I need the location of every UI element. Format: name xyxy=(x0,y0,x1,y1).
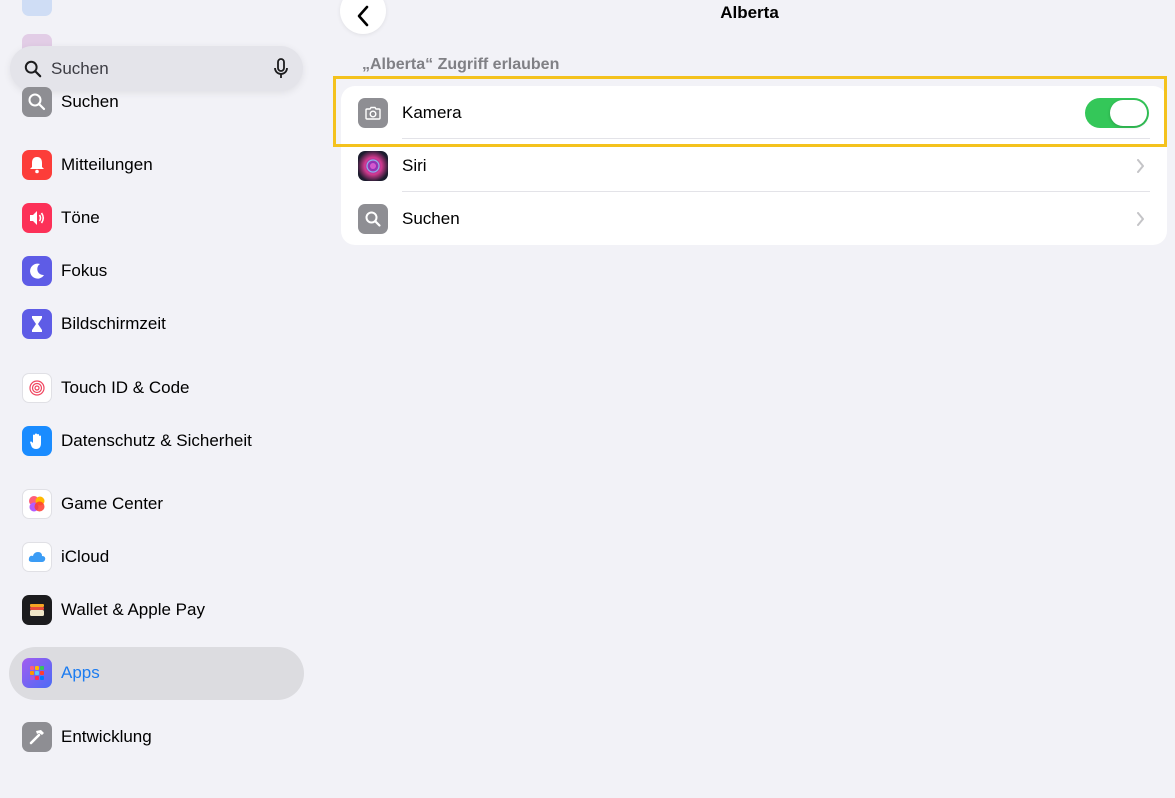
main-content: Alberta „Alberta“ Zugriff erlauben Kamer… xyxy=(324,0,1175,798)
sidebar-item-fokus[interactable]: Fokus xyxy=(22,255,302,287)
sidebar-item-label: Game Center xyxy=(61,494,164,513)
sidebar-item-wallet[interactable]: Wallet & Apple Pay xyxy=(22,594,302,626)
apps-grid-icon xyxy=(22,658,52,688)
search-field[interactable]: Suchen xyxy=(10,46,303,91)
sidebar-item-label: Entwicklung xyxy=(61,727,152,746)
sidebar-item-entwicklung[interactable]: Entwicklung xyxy=(22,721,302,753)
magnifier-icon xyxy=(358,203,388,234)
sidebar-item-game-center[interactable]: Game Center xyxy=(22,488,302,520)
row-label: Kamera xyxy=(402,102,462,122)
sidebar-item-mitteilungen[interactable]: Mitteilungen xyxy=(22,149,302,181)
bell-icon xyxy=(22,150,52,180)
hourglass-icon xyxy=(22,309,52,339)
wallet-icon xyxy=(22,595,52,625)
sidebar-item-label: iCloud xyxy=(61,547,110,566)
moon-icon xyxy=(22,256,52,286)
sidebar-item-faded xyxy=(22,0,61,16)
sidebar-item-label: Mitteilungen xyxy=(61,155,153,174)
game-center-icon xyxy=(22,489,52,519)
sidebar-item-icloud[interactable]: iCloud xyxy=(22,541,302,573)
hammer-icon xyxy=(22,722,52,752)
speaker-icon xyxy=(22,203,52,233)
multitasking-icon xyxy=(22,0,52,16)
sidebar-item-bildschirmzeit[interactable]: Bildschirmzeit xyxy=(22,308,302,340)
toggle-knob xyxy=(1110,99,1147,126)
sidebar-item-label: Touch ID & Code xyxy=(61,378,190,397)
magnifier-icon xyxy=(22,87,52,117)
row-label: Siri xyxy=(402,155,427,175)
search-placeholder: Suchen xyxy=(51,58,109,78)
sidebar-item-suchen[interactable]: Suchen xyxy=(22,86,302,118)
row-kamera: Kamera xyxy=(341,86,1167,139)
chevron-right-icon xyxy=(1137,211,1144,226)
sidebar-item-label: Töne xyxy=(61,208,100,227)
chevron-right-icon xyxy=(1137,158,1144,173)
sidebar-item-label: Apps xyxy=(61,663,100,682)
sidebar-item-label: Suchen xyxy=(61,92,119,111)
section-header: „Alberta“ Zugriff erlauben xyxy=(362,56,560,73)
row-suchen[interactable]: Suchen xyxy=(341,192,1167,245)
permissions-group: Kamera Siri Suchen xyxy=(341,86,1167,245)
sidebar-item-label: Wallet & Apple Pay xyxy=(61,600,205,619)
sidebar-item-apps[interactable]: Apps xyxy=(22,657,302,689)
sidebar: Suchen Suchen Mitteilungen Töne Fokus Bi… xyxy=(0,0,320,798)
sidebar-item-touch-id[interactable]: Touch ID & Code xyxy=(22,372,302,404)
sidebar-item-toene[interactable]: Töne xyxy=(22,202,302,234)
row-siri[interactable]: Siri xyxy=(341,139,1167,192)
sidebar-item-label: Bildschirmzeit xyxy=(61,314,166,333)
camera-icon xyxy=(358,97,388,128)
microphone-icon[interactable] xyxy=(273,57,289,80)
camera-toggle[interactable] xyxy=(1085,97,1149,128)
row-label: Suchen xyxy=(402,208,460,228)
cloud-icon xyxy=(22,542,52,572)
search-icon xyxy=(24,60,42,77)
sidebar-item-label: Fokus xyxy=(61,261,108,280)
siri-icon xyxy=(358,150,388,181)
fingerprint-icon xyxy=(22,373,52,403)
hand-icon xyxy=(22,426,52,456)
sidebar-item-label: Datenschutz & Sicherheit xyxy=(61,431,252,450)
page-title: Alberta xyxy=(720,3,779,22)
sidebar-item-datenschutz[interactable]: Datenschutz & Sicherheit xyxy=(22,425,302,457)
